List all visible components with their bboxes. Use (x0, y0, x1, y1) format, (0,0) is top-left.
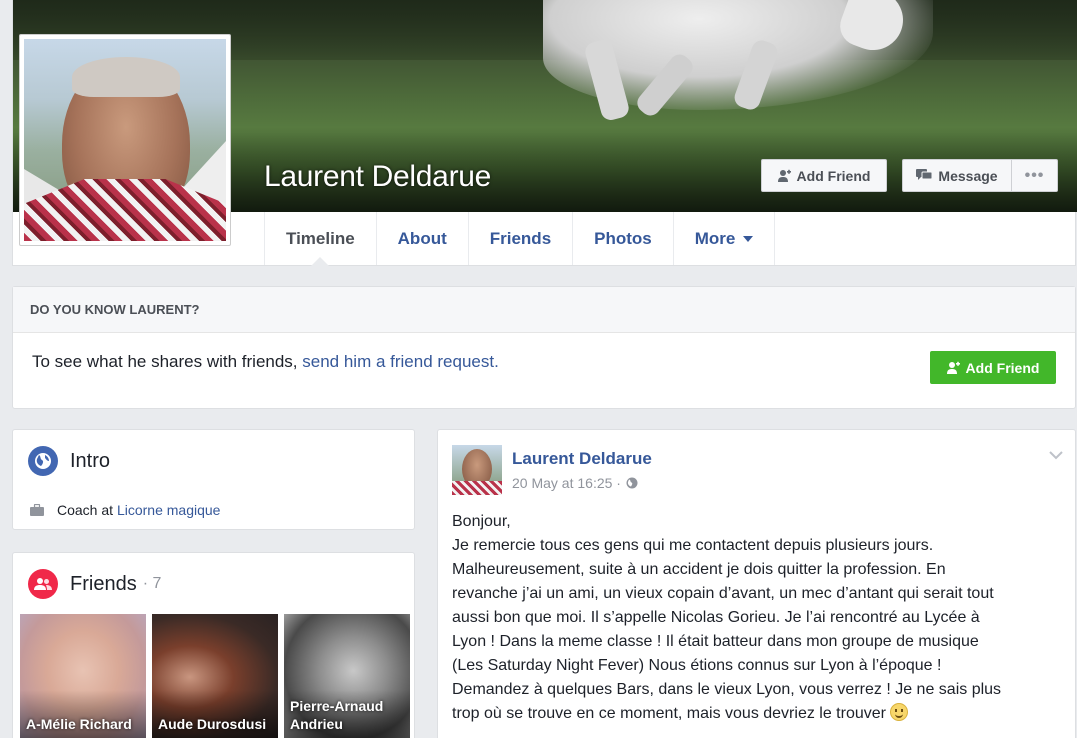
message-icon (916, 169, 933, 180)
post-meta: 20 May at 16:25 · (512, 475, 638, 491)
friend-name: Pierre-Arnaud Andrieu (290, 698, 384, 732)
more-options-button[interactable]: ••• (1011, 159, 1058, 192)
tab-timeline[interactable]: Timeline (264, 212, 376, 266)
friends-grid: A-Mélie Richard Aude Durosdusi Pierre-Ar… (20, 614, 410, 738)
profile-tabs: Timeline About Friends Photos More (264, 212, 776, 266)
friend-tile[interactable]: Aude Durosdusi (152, 614, 278, 738)
add-friend-icon (946, 361, 960, 374)
post-body: Bonjour, Je remercie tous ces gens qui m… (452, 513, 1002, 722)
globe-icon (28, 446, 58, 476)
post-avatar[interactable] (452, 445, 502, 495)
workplace-link[interactable]: Licorne magique (117, 502, 221, 518)
friend-tile[interactable]: Pierre-Arnaud Andrieu (284, 614, 410, 738)
post-options-chevron-icon[interactable] (1049, 447, 1063, 465)
do-you-know-card: DO YOU KNOW LAURENT? To see what he shar… (12, 286, 1076, 409)
tab-photos[interactable]: Photos (572, 212, 673, 265)
friends-title[interactable]: Friends (70, 573, 137, 596)
friend-tile[interactable]: A-Mélie Richard (20, 614, 146, 738)
send-friend-request-link[interactable]: send him a friend request. (302, 352, 499, 371)
briefcase-icon (30, 504, 44, 516)
friends-card: Friends · 7 A-Mélie Richard Aude Durosdu… (12, 552, 415, 738)
profile-name[interactable]: Laurent Deldarue (264, 160, 491, 194)
post-timestamp[interactable]: 20 May at 16:25 · (512, 475, 621, 491)
add-friend-button[interactable]: Add Friend (761, 159, 887, 192)
globe-icon (626, 477, 638, 489)
more-options-icon: ••• (1024, 166, 1045, 184)
message-button[interactable]: Message (902, 159, 1012, 192)
add-friend-label: Add Friend (796, 167, 871, 184)
message-label: Message (938, 167, 998, 184)
friend-name: A-Mélie Richard (26, 716, 132, 732)
friends-icon (28, 569, 58, 599)
add-friend-icon (777, 169, 791, 182)
smiley-emoji-icon (890, 703, 909, 721)
friends-count: · 7 (142, 575, 162, 592)
intro-title: Intro (70, 449, 111, 472)
post-author[interactable]: Laurent Deldarue (512, 449, 652, 469)
tab-friends[interactable]: Friends (467, 212, 572, 265)
friend-name: Aude Durosdusi (158, 716, 267, 732)
post-card: Laurent Deldarue 20 May at 16:25 · Bonjo… (437, 429, 1076, 738)
profile-picture[interactable] (19, 34, 231, 246)
do-you-know-text: To see what he shares with friends, send… (32, 352, 499, 371)
tab-about[interactable]: About (375, 212, 468, 265)
tab-more[interactable]: More (672, 212, 776, 265)
add-friend-green-button[interactable]: Add Friend (930, 351, 1056, 384)
intro-card: Intro Coach at Licorne magique (12, 429, 415, 530)
intro-work: Coach at Licorne magique (30, 502, 220, 518)
caret-down-icon (743, 235, 754, 242)
do-you-know-heading: DO YOU KNOW LAURENT? (13, 287, 1075, 333)
